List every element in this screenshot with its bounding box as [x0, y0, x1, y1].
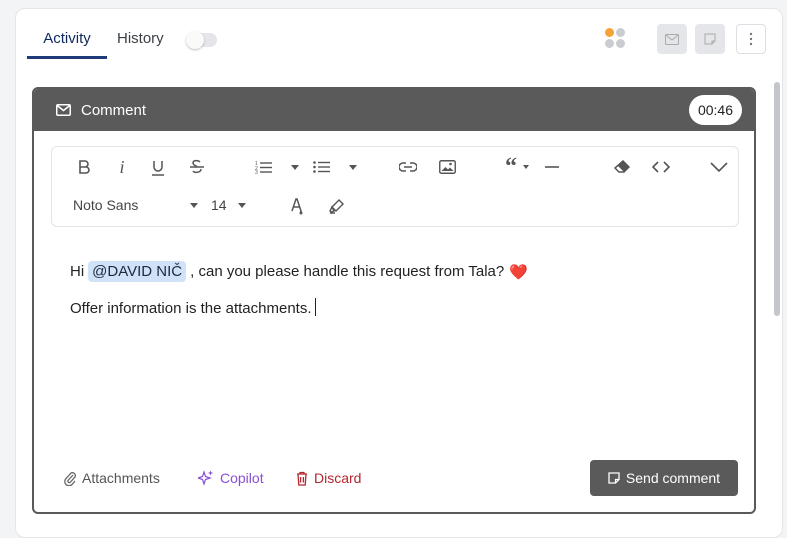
bullet-list-caret-icon[interactable]	[347, 159, 359, 175]
copilot-label: Copilot	[220, 470, 264, 486]
image-icon	[438, 160, 456, 174]
chevron-down-icon	[710, 162, 728, 172]
svg-text:3: 3	[255, 170, 258, 174]
code-button[interactable]	[651, 159, 671, 175]
kebab-icon	[749, 32, 753, 46]
mail-icon	[56, 104, 71, 116]
discard-button[interactable]: Discard	[296, 470, 361, 486]
scrollbar-thumb[interactable]	[774, 82, 780, 316]
status-dots-icon[interactable]	[605, 28, 627, 50]
text-cursor	[314, 298, 316, 316]
bold-button[interactable]	[76, 159, 92, 175]
strikethrough-button[interactable]	[189, 159, 205, 175]
composer-title: Comment	[81, 101, 147, 119]
italic-icon[interactable]: i	[114, 157, 130, 177]
timer-badge: 00:46	[688, 95, 742, 125]
font-size-value: 14	[211, 197, 227, 213]
image-button[interactable]	[438, 159, 456, 175]
send-comment-label: Send comment	[625, 470, 721, 486]
paperclip-icon	[64, 471, 76, 486]
text-color-button[interactable]	[289, 197, 305, 215]
attachments-label: Attachments	[82, 470, 160, 486]
text-color-icon	[291, 197, 303, 214]
font-family-select[interactable]: Noto Sans	[73, 197, 198, 213]
note-button[interactable]	[695, 24, 725, 54]
ordered-list-button[interactable]: 123	[255, 159, 273, 175]
link-icon	[399, 162, 417, 172]
copilot-button[interactable]: Copilot	[198, 470, 264, 486]
sparkle-icon	[198, 470, 213, 486]
tab-activity[interactable]: Activity	[27, 20, 107, 59]
history-toggle[interactable]	[186, 31, 217, 49]
quote-icon[interactable]: “	[502, 155, 520, 179]
composer-header: Comment 00:46	[34, 89, 754, 131]
ordered-list-caret-icon[interactable]	[289, 159, 301, 175]
chevron-down-icon	[190, 203, 198, 208]
heart-emoji: ❤️	[509, 262, 528, 281]
horizontal-rule-button[interactable]	[544, 159, 560, 175]
eraser-icon	[614, 160, 630, 173]
highlighter-icon	[328, 198, 344, 214]
mail-icon	[665, 33, 679, 45]
note-icon	[608, 472, 620, 484]
email-button[interactable]	[657, 24, 687, 54]
mention-chip[interactable]: @DAVID NIČ	[88, 261, 187, 282]
bullet-list-icon	[313, 161, 330, 173]
bullet-list-button[interactable]	[313, 159, 331, 175]
trash-icon	[297, 471, 307, 486]
ordered-list-icon: 123	[255, 161, 272, 174]
request-text: , can you please handle this request fro…	[190, 263, 505, 280]
scrollbar[interactable]	[773, 80, 781, 525]
attachments-button[interactable]: Attachments	[64, 470, 160, 486]
discard-label: Discard	[314, 470, 362, 486]
bold-icon	[79, 160, 90, 174]
font-family-value: Noto Sans	[73, 197, 139, 213]
note-icon	[704, 33, 716, 45]
underline-icon	[152, 161, 164, 176]
strikethrough-icon	[190, 159, 204, 174]
comment-composer: Comment 00:46 i 123 “ Noto Sans 14 Hi @D…	[32, 87, 756, 514]
expand-toolbar-button[interactable]	[709, 159, 729, 175]
more-options-button[interactable]	[736, 24, 766, 54]
editor-line-1: Hi @DAVID NIČ , can you please handle th…	[70, 261, 528, 282]
font-size-select[interactable]: 14	[211, 197, 246, 213]
tab-history[interactable]: History	[117, 20, 177, 59]
quote-caret-icon[interactable]	[521, 159, 531, 175]
link-button[interactable]	[399, 159, 417, 175]
code-icon	[652, 161, 670, 173]
greeting-text: Hi	[70, 263, 85, 280]
editor-line-2: Offer information is the attachments.	[70, 298, 316, 317]
offer-text: Offer information is the attachments.	[70, 300, 312, 317]
clear-format-button[interactable]	[613, 158, 631, 176]
highlight-button[interactable]	[328, 198, 344, 214]
horizontal-rule-icon	[545, 166, 559, 168]
toggle-knob	[186, 31, 204, 49]
chevron-down-icon	[238, 203, 246, 208]
underline-button[interactable]	[150, 159, 166, 177]
send-comment-button[interactable]: Send comment	[590, 460, 738, 496]
formatting-toolbar: i 123 “ Noto Sans 14	[51, 146, 739, 227]
